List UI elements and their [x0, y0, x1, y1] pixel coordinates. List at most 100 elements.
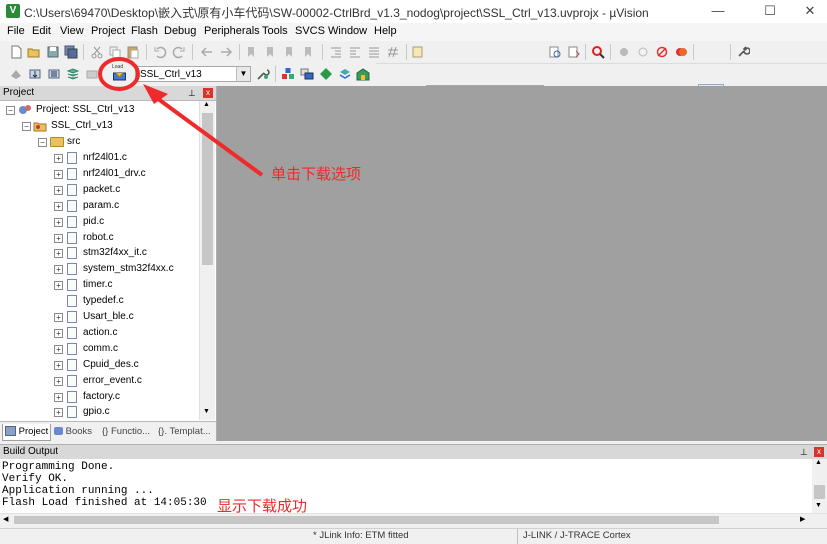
scroll-up-icon[interactable]: ▲ [815, 459, 822, 466]
tab-books[interactable]: Books [52, 424, 94, 440]
expand-icon[interactable]: + [54, 328, 63, 338]
batch-build-icon[interactable] [66, 67, 80, 81]
project-tree-scrollbar[interactable]: ▲ ▼ [199, 101, 215, 420]
tab-templates[interactable]: {}. Templat... [156, 424, 213, 440]
expand-icon[interactable]: + [54, 265, 63, 275]
expand-icon[interactable]: + [54, 233, 63, 243]
tab-functions[interactable]: {} Functio... [100, 424, 152, 440]
previous-bookmark-icon[interactable] [264, 45, 278, 59]
scrollbar-thumb[interactable] [814, 485, 825, 499]
copy-icon[interactable] [108, 45, 122, 59]
insert-breakpoint-icon[interactable] [617, 45, 631, 59]
navigate-back-icon[interactable] [200, 45, 214, 59]
menu-file[interactable]: File [7, 25, 25, 37]
build-output-hscrollbar[interactable]: ◀ ▶ [0, 513, 827, 527]
debug-session-icon[interactable] [591, 45, 605, 59]
tree-file-label: system_stm32f4xx.c [83, 263, 174, 275]
expand-icon[interactable]: + [54, 313, 63, 322]
select-software-packs-icon[interactable] [338, 67, 352, 81]
kill-breakpoints-icon[interactable] [674, 45, 688, 59]
indent-icon[interactable] [329, 45, 343, 59]
find-in-files-icon[interactable] [411, 45, 425, 59]
editor-area[interactable] [217, 86, 827, 441]
expand-icon[interactable]: + [54, 344, 63, 354]
target-combo[interactable]: SSL_Ctrl_v13 ▼ [135, 66, 251, 82]
open-folder-icon[interactable] [27, 45, 41, 59]
scrollbar-thumb[interactable] [202, 113, 213, 265]
scroll-left-icon[interactable]: ◀ [3, 515, 8, 523]
menu-peripherals[interactable]: Peripherals [204, 25, 260, 37]
menu-flash[interactable]: Flash [131, 25, 158, 37]
clear-bookmarks-icon[interactable] [302, 45, 316, 59]
cut-icon[interactable] [90, 45, 104, 59]
unindent-icon[interactable] [348, 45, 362, 59]
redo-icon[interactable] [172, 45, 186, 59]
comment-icon[interactable] [367, 45, 381, 59]
configure-wrench-icon[interactable] [736, 45, 750, 59]
menu-debug[interactable]: Debug [164, 25, 196, 37]
scroll-up-icon[interactable]: ▲ [203, 101, 210, 108]
maximize-button[interactable]: ☐ [755, 2, 785, 20]
scrollbar-thumb[interactable] [14, 516, 719, 524]
file-extensions-icon[interactable] [300, 67, 314, 81]
build-output-pane[interactable]: Programming Done. Verify OK. Application… [0, 459, 812, 513]
target-combo-value: SSL_Ctrl_v13 [140, 69, 202, 80]
collapse-icon[interactable]: − [22, 122, 31, 131]
expand-icon[interactable]: + [54, 392, 63, 402]
pin-icon[interactable]: ⊥ [800, 445, 808, 459]
menu-tools[interactable]: Tools [262, 25, 288, 37]
expand-icon[interactable]: + [54, 169, 63, 179]
manage-run-time-environment-icon[interactable] [356, 67, 370, 81]
target-options-icon[interactable] [256, 67, 270, 81]
find-icon[interactable] [548, 45, 562, 59]
next-bookmark-icon[interactable] [283, 45, 297, 59]
expand-icon[interactable]: + [54, 185, 63, 195]
close-icon[interactable]: x [814, 447, 824, 457]
enable-breakpoint-icon[interactable] [636, 45, 650, 59]
project-tree: − Project: SSL_Ctrl_v13 − SSL_Ctrl_v13 −… [0, 102, 198, 420]
expand-icon[interactable]: + [54, 154, 63, 163]
navigate-forward-icon[interactable] [219, 45, 233, 59]
uncomment-icon[interactable] [386, 45, 400, 59]
scroll-right-icon[interactable]: ▶ [800, 515, 805, 523]
disable-breakpoints-icon[interactable] [655, 45, 669, 59]
save-all-icon[interactable] [64, 45, 78, 59]
expand-icon[interactable]: + [54, 376, 63, 386]
minimize-button[interactable]: — [703, 2, 733, 20]
paste-icon[interactable] [126, 45, 140, 59]
expand-icon[interactable]: + [54, 249, 63, 259]
chevron-down-icon[interactable]: ▼ [236, 67, 250, 81]
translate-icon[interactable] [9, 67, 23, 81]
rebuild-icon[interactable] [47, 67, 61, 81]
close-window-button[interactable]: ✕ [795, 2, 825, 20]
expand-icon[interactable]: + [54, 217, 63, 227]
stop-build-icon[interactable] [85, 67, 99, 81]
expand-icon[interactable]: + [54, 201, 63, 211]
close-icon[interactable]: x [203, 88, 213, 98]
load-button[interactable]: Load [110, 64, 130, 83]
insert-bookmark-icon[interactable] [245, 45, 259, 59]
scroll-down-icon[interactable]: ▼ [203, 408, 210, 415]
undo-icon[interactable] [153, 45, 167, 59]
incremental-find-icon[interactable] [567, 45, 581, 59]
build-icon[interactable] [28, 67, 42, 81]
expand-icon[interactable]: + [54, 281, 63, 291]
menu-help[interactable]: Help [374, 25, 397, 37]
collapse-icon[interactable]: − [6, 106, 15, 115]
manage-components-icon[interactable] [281, 67, 295, 81]
pin-icon[interactable]: ⊥ [188, 86, 196, 100]
pack-installer-icon[interactable] [319, 67, 333, 81]
save-icon[interactable] [46, 45, 60, 59]
tab-project[interactable]: Project [2, 424, 52, 441]
menu-view[interactable]: View [60, 25, 84, 37]
collapse-icon[interactable]: − [38, 138, 47, 147]
expand-icon[interactable]: + [54, 408, 63, 418]
menu-svcs[interactable]: SVCS [295, 25, 325, 37]
scroll-down-icon[interactable]: ▼ [815, 502, 822, 509]
expand-icon[interactable]: + [54, 360, 63, 370]
menu-edit[interactable]: Edit [32, 25, 51, 37]
new-file-icon[interactable] [9, 45, 23, 59]
menu-project[interactable]: Project [91, 25, 125, 37]
build-output-vscrollbar[interactable]: ▲ ▼ [812, 459, 827, 513]
menu-window[interactable]: Window [328, 25, 367, 37]
